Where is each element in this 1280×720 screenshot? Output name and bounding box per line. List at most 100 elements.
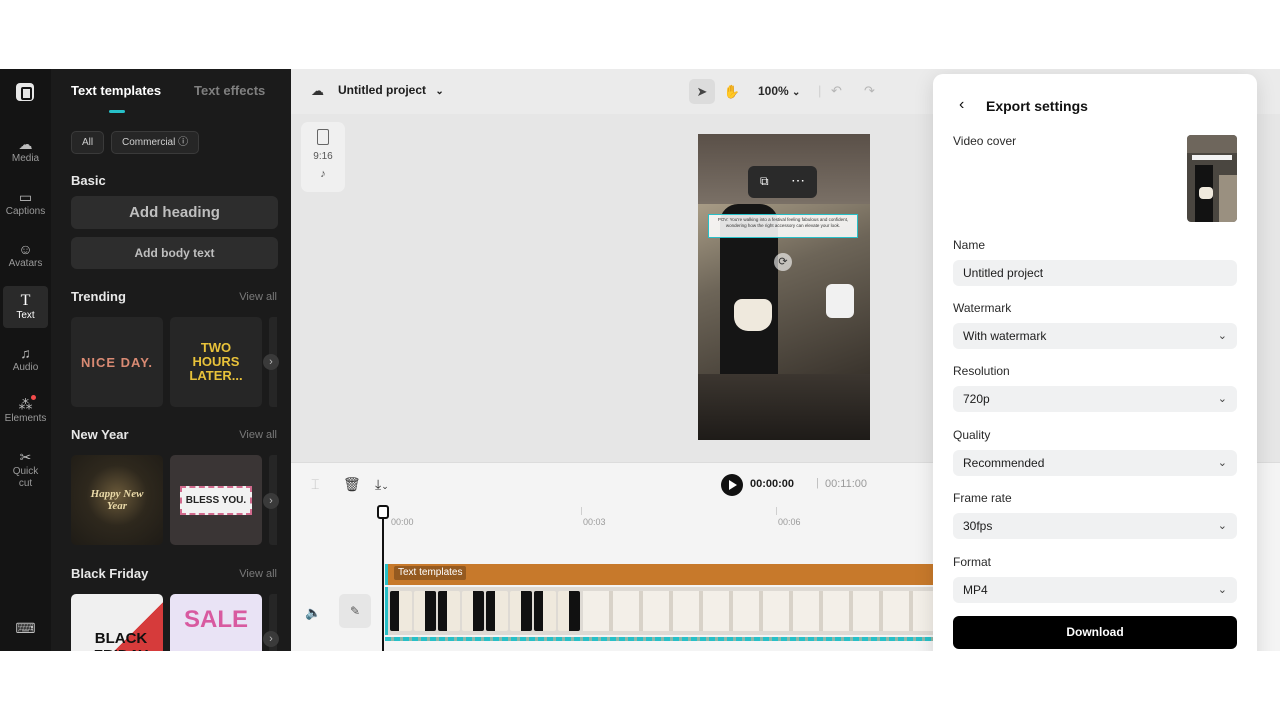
- avatar-icon: ☺: [18, 241, 33, 257]
- clip-frame: [390, 591, 412, 631]
- captions-icon: ▭: [18, 189, 33, 205]
- download-button[interactable]: Download: [953, 616, 1237, 649]
- frame-rate-label: Frame rate: [953, 491, 1012, 505]
- zoom-dropdown[interactable]: 100% ⌄: [758, 84, 800, 98]
- chevron-down-icon: ⌄: [1217, 520, 1227, 532]
- thumb-bag: [1199, 187, 1213, 199]
- play-button[interactable]: [721, 474, 743, 496]
- rail-item-quick-cut[interactable]: ✂ Quick cut: [0, 448, 51, 490]
- text-overlay[interactable]: POV: You're walking into a festival feel…: [708, 214, 858, 238]
- redo-icon[interactable]: ↷: [864, 83, 875, 99]
- thumb-top: [1187, 135, 1237, 153]
- template-tile[interactable]: NICE DAY.: [71, 317, 163, 407]
- add-body-text-button[interactable]: Add body text: [71, 237, 278, 269]
- video-cover-thumbnail[interactable]: [1187, 135, 1237, 222]
- more-options-icon[interactable]: ⋯: [791, 172, 806, 189]
- template-preview-wrap: BLESS YOU.: [170, 455, 262, 545]
- ruler-label: 00:06: [778, 517, 801, 527]
- ruler-label: 00:03: [583, 517, 606, 527]
- filter-commercial-chip[interactable]: Commercial ⓘ: [111, 131, 200, 154]
- tab-text-templates[interactable]: Text templates: [71, 83, 161, 98]
- clip-frame: [414, 591, 436, 631]
- template-tile[interactable]: BLESS YOU.: [170, 455, 262, 545]
- chevron-down-icon: ⌄: [1217, 584, 1227, 596]
- template-tile[interactable]: Happy New Year: [71, 455, 163, 545]
- active-tab-indicator: [109, 110, 125, 113]
- chevron-down-icon: ⌄: [1217, 457, 1227, 469]
- duplicate-icon[interactable]: ⧉: [760, 174, 769, 189]
- split-icon[interactable]: ⌶: [311, 476, 319, 493]
- clip-frame: [462, 591, 484, 631]
- rail-item-elements[interactable]: ⁂ Elements: [0, 395, 51, 424]
- frame-rate-select[interactable]: 30fps ⌄: [953, 513, 1237, 539]
- chevron-right-icon[interactable]: ›: [263, 493, 279, 509]
- hand-icon: ✋: [723, 84, 741, 99]
- back-arrow-icon[interactable]: ‹: [959, 96, 964, 114]
- video-clip[interactable]: [385, 587, 945, 635]
- rail-item-keyboard[interactable]: ⌨: [0, 619, 51, 637]
- view-all-link[interactable]: View all: [239, 429, 277, 441]
- app-logo[interactable]: [16, 83, 34, 101]
- undo-icon[interactable]: ↶: [831, 83, 842, 99]
- phone-icon: [317, 129, 329, 145]
- cursor-icon: ➤: [696, 84, 708, 99]
- template-tile[interactable]: TWO HOURS LATER...: [170, 317, 262, 407]
- download-clip-icon[interactable]: ⤓⌄: [375, 476, 389, 493]
- template-preview-text: SALE: [183, 606, 248, 633]
- edit-cover-button[interactable]: ✎: [339, 594, 371, 628]
- delete-icon[interactable]: 🗑: [343, 476, 361, 493]
- quality-value: Recommended: [963, 456, 1045, 470]
- rail-item-label: Media: [11, 153, 40, 164]
- project-name-text: Untitled project: [338, 83, 427, 97]
- watermark-select[interactable]: With watermark ⌄: [953, 323, 1237, 349]
- rail-item-captions[interactable]: ▭ Captions: [0, 188, 51, 217]
- rail-item-avatars[interactable]: ☺ Avatars: [0, 240, 51, 269]
- rail-item-audio[interactable]: ♫ Audio: [0, 344, 51, 373]
- keyboard-icon: ⌨: [15, 620, 36, 636]
- cloud-sync-icon[interactable]: ☁: [311, 83, 324, 99]
- rotate-handle-icon[interactable]: ⟳: [774, 253, 792, 271]
- text-clip[interactable]: Text templates: [385, 564, 945, 585]
- select-tool-button[interactable]: ➤: [689, 79, 715, 104]
- template-tile[interactable]: SALE: [170, 594, 262, 651]
- blur-bottom: [698, 374, 870, 440]
- resolution-value: 720p: [963, 392, 990, 406]
- section-title-basic: Basic: [71, 173, 106, 188]
- zoom-value: 100%: [758, 84, 789, 98]
- resolution-select[interactable]: 720p ⌄: [953, 386, 1237, 412]
- add-heading-button[interactable]: Add heading: [71, 196, 278, 229]
- template-preview-text: Happy New Year: [90, 488, 144, 512]
- section-title-black-friday: Black Friday: [71, 566, 149, 581]
- left-rail: ☁ Media ▭ Captions ☺ Avatars T Text ♫ Au…: [0, 69, 51, 651]
- hand-tool-button[interactable]: ✋: [719, 79, 745, 104]
- ratio-label: 9:16: [313, 151, 333, 162]
- chevron-right-icon[interactable]: ›: [263, 354, 279, 370]
- format-select[interactable]: MP4 ⌄: [953, 577, 1237, 603]
- playhead-handle[interactable]: [377, 505, 389, 519]
- view-all-link[interactable]: View all: [239, 291, 277, 303]
- dialog-title: Export settings: [986, 98, 1088, 114]
- media-cloud-icon: ☁: [18, 136, 33, 152]
- chevron-down-icon: ⌄: [792, 87, 801, 98]
- view-all-link[interactable]: View all: [239, 568, 277, 580]
- name-input[interactable]: Untitled project: [953, 260, 1237, 286]
- quality-select[interactable]: Recommended ⌄: [953, 450, 1237, 476]
- audio-waveform: [385, 637, 945, 641]
- chevron-right-icon[interactable]: ›: [263, 631, 279, 647]
- aspect-ratio-selector[interactable]: 9:16 ♪: [301, 122, 345, 192]
- watermark-value: With watermark: [963, 329, 1047, 343]
- clip-frame: [438, 591, 460, 631]
- filter-all-chip[interactable]: All: [71, 131, 105, 154]
- tab-text-effects[interactable]: Text effects: [194, 83, 265, 98]
- rail-item-media[interactable]: ☁ Media: [0, 135, 51, 164]
- template-tile[interactable]: BLACK FRIDAY: [71, 594, 163, 651]
- playhead[interactable]: [382, 505, 384, 651]
- section-title-new-year: New Year: [71, 427, 129, 442]
- clip-frame: [510, 591, 532, 631]
- project-name[interactable]: Untitled project ⌄: [338, 83, 444, 97]
- music-icon: ♫: [20, 345, 31, 361]
- quick-cut-icon: ✂: [19, 449, 32, 465]
- mute-audio-icon[interactable]: 🔈: [305, 605, 321, 621]
- rail-item-text[interactable]: T Text: [3, 286, 48, 328]
- frame-rate-value: 30fps: [963, 519, 993, 533]
